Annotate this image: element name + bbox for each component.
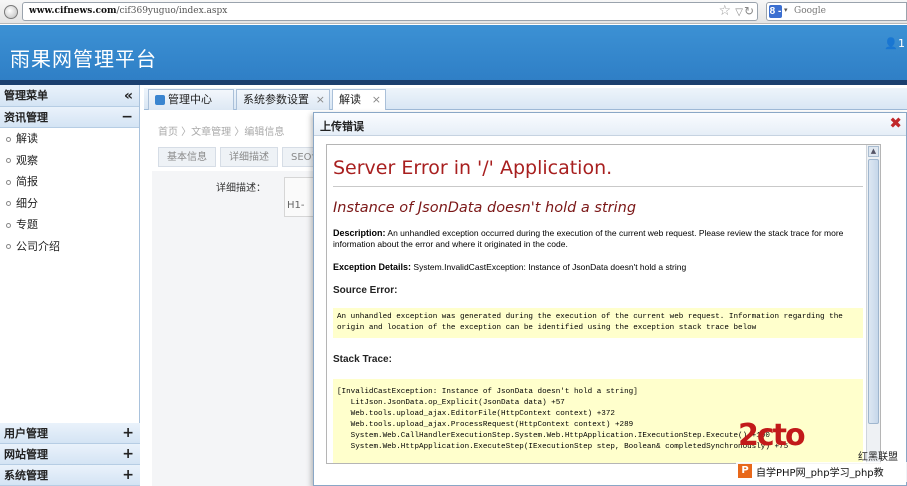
app-title: 雨果网管理平台: [10, 47, 157, 71]
sidebar-section-users[interactable]: 用户管理 +: [0, 423, 140, 444]
php-logo-icon: P: [738, 464, 752, 478]
expand-section-icon[interactable]: +: [122, 465, 134, 486]
sidebar-section-site[interactable]: 网站管理 +: [0, 444, 140, 465]
scroll-thumb[interactable]: [868, 159, 879, 424]
source-error-label: Source Error:: [333, 285, 398, 296]
bullet-icon: [6, 201, 11, 206]
form-label-column: [152, 171, 322, 486]
vertical-scrollbar[interactable]: ▲: [866, 145, 880, 463]
error-frame: Server Error in '/' Application. Instanc…: [326, 144, 881, 464]
user-info[interactable]: 👤1: [884, 37, 905, 50]
sidebar-item-jiedu[interactable]: 解读: [0, 128, 139, 150]
sidebar-item-xifen[interactable]: 细分: [0, 193, 139, 215]
search-placeholder: Google: [794, 6, 826, 16]
address-url: www.cifnews.com/cif369yuguo/index.aspx: [29, 6, 228, 16]
browser-toolbar: www.cifnews.com/cif369yuguo/index.aspx ☆…: [0, 0, 907, 24]
error-description: Description: An unhandled exception occu…: [333, 228, 844, 249]
bullet-icon: [6, 222, 11, 228]
bullet-icon: [6, 158, 11, 163]
breadcrumb: 首页 〉文章管理 〉编辑信息: [158, 127, 285, 138]
reload-icon[interactable]: ↻: [744, 3, 754, 20]
expand-section-icon[interactable]: +: [122, 444, 134, 465]
watermark-tag: 红黑联盟: [858, 452, 898, 463]
bullet-icon: [6, 244, 11, 249]
server-error-heading: Server Error in '/' Application.: [333, 157, 863, 187]
tab-system-settings[interactable]: 系统参数设置 ×: [236, 89, 330, 110]
collapse-section-icon[interactable]: −: [121, 107, 133, 128]
dropdown-arrow-icon[interactable]: ▽: [735, 4, 743, 21]
close-icon[interactable]: ✖: [889, 114, 902, 132]
home-icon: [155, 95, 165, 105]
stack-trace-label: Stack Trace:: [333, 354, 392, 365]
detail-field-label: 详细描述：: [216, 183, 266, 194]
app-header: 雨果网管理平台 👤1: [0, 25, 907, 80]
sidebar-section-system[interactable]: 系统管理 +: [0, 465, 140, 486]
sidebar-item-guancha[interactable]: 观察: [0, 150, 139, 172]
search-engine-dropdown-icon[interactable]: ▾: [784, 6, 788, 14]
scroll-up-icon[interactable]: ▲: [868, 146, 879, 157]
upload-error-dialog: 上传错误 ✖ Server Error in '/' Application. …: [313, 112, 907, 486]
error-page: Server Error in '/' Application. Instanc…: [333, 145, 863, 463]
watermark-logo: 2cto: [738, 418, 806, 453]
sidebar-bottom-sections: 用户管理 + 网站管理 + 系统管理 +: [0, 423, 140, 486]
heading-format-button[interactable]: H1-: [287, 200, 305, 211]
close-tab-icon[interactable]: ×: [372, 90, 381, 109]
tab-admin-center[interactable]: 管理中心: [148, 89, 234, 110]
dialog-titlebar: 上传错误 ✖: [314, 113, 906, 136]
user-icon: 👤: [884, 37, 898, 50]
globe-icon: [4, 5, 18, 19]
source-error-box: An unhandled exception was generated dur…: [333, 308, 863, 338]
address-bar[interactable]: www.cifnews.com/cif369yuguo/index.aspx ☆…: [4, 2, 758, 21]
sidebar-section-label: 资讯管理: [4, 111, 48, 124]
search-box[interactable]: 8 - ▾ Google: [766, 2, 907, 21]
sidebar-title: 管理菜单: [4, 89, 48, 102]
exception-details: Exception Details: System.InvalidCastExc…: [333, 262, 687, 272]
bookmark-star-icon[interactable]: ☆: [718, 3, 731, 20]
expand-section-icon[interactable]: +: [122, 423, 134, 444]
subtab-basic[interactable]: 基本信息: [158, 147, 216, 167]
sidebar-item-zhuanti[interactable]: 专题: [0, 214, 139, 236]
sidebar-header: 管理菜单 «: [0, 85, 139, 107]
form-subtabs: 基本信息 详细描述 SEO设: [158, 147, 335, 167]
sidebar-section-news[interactable]: 资讯管理 −: [0, 107, 139, 128]
sidebar-item-company[interactable]: 公司介绍: [0, 236, 139, 258]
exception-message: Instance of JsonData doesn't hold a stri…: [333, 200, 637, 216]
search-engine-icon[interactable]: 8 -: [769, 5, 782, 18]
tab-bar: 管理中心 系统参数设置 × 解读 ×: [144, 88, 907, 110]
dialog-title: 上传错误: [320, 120, 364, 133]
tab-jiedu[interactable]: 解读 ×: [332, 89, 386, 110]
sidebar: 管理菜单 « 资讯管理 − 解读 观察 简报 细分 专题 公司介绍 用户管理 +…: [0, 85, 140, 486]
bullet-icon: [6, 136, 11, 142]
close-tab-icon[interactable]: ×: [316, 90, 325, 109]
subtab-detail[interactable]: 详细描述: [220, 147, 278, 167]
sidebar-item-jianbao[interactable]: 简报: [0, 171, 139, 193]
collapse-sidebar-icon[interactable]: «: [124, 85, 133, 107]
bullet-icon: [6, 179, 11, 185]
site-watermark: 2cto 红黑联盟 P 自学PHP网_php学习_php教: [726, 418, 907, 486]
watermark-caption: 自学PHP网_php学习_php教: [756, 468, 884, 479]
